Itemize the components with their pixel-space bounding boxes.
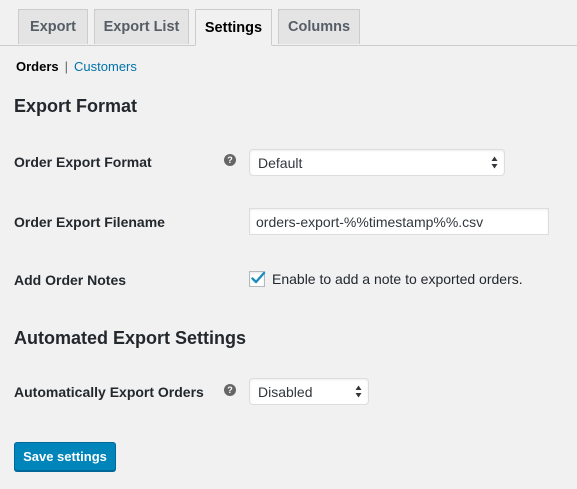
add-order-notes-checkbox[interactable] <box>249 271 266 287</box>
export-format-heading: Export Format <box>14 96 138 116</box>
help-icon[interactable]: ? <box>224 384 236 396</box>
automated-export-heading: Automated Export Settings <box>14 328 247 348</box>
order-export-format-value: Default <box>258 154 303 171</box>
order-export-format-label: Order Export Format <box>14 154 152 170</box>
tab-export[interactable]: Export <box>18 9 88 44</box>
subnav-orders: Orders <box>16 59 59 74</box>
tab-export-list[interactable]: Export List <box>94 9 189 44</box>
sub-navigation: Orders | Customers <box>16 59 137 74</box>
subnav-customers-link[interactable]: Customers <box>74 59 137 74</box>
automatically-export-orders-select[interactable]: Disabled <box>249 378 369 405</box>
subnav-separator: | <box>64 59 69 74</box>
order-export-format-select[interactable]: Default <box>249 149 505 176</box>
save-settings-button[interactable]: Save settings <box>14 442 116 471</box>
help-icon[interactable]: ? <box>224 154 236 166</box>
automatically-export-orders-value: Disabled <box>258 383 313 400</box>
tab-settings[interactable]: Settings <box>195 9 272 46</box>
checkmark-icon <box>251 271 266 284</box>
select-arrows-icon <box>355 385 362 398</box>
order-export-filename-label: Order Export Filename <box>14 214 165 230</box>
tab-columns[interactable]: Columns <box>278 9 360 44</box>
automatically-export-orders-label: Automatically Export Orders <box>14 384 204 400</box>
tab-bar: Export Export List Settings Columns <box>0 0 577 46</box>
add-order-notes-label: Add Order Notes <box>14 272 127 288</box>
order-export-filename-input[interactable] <box>249 208 549 235</box>
select-arrows-icon <box>491 156 498 169</box>
add-order-notes-description[interactable]: Enable to add a note to exported orders. <box>272 271 523 287</box>
